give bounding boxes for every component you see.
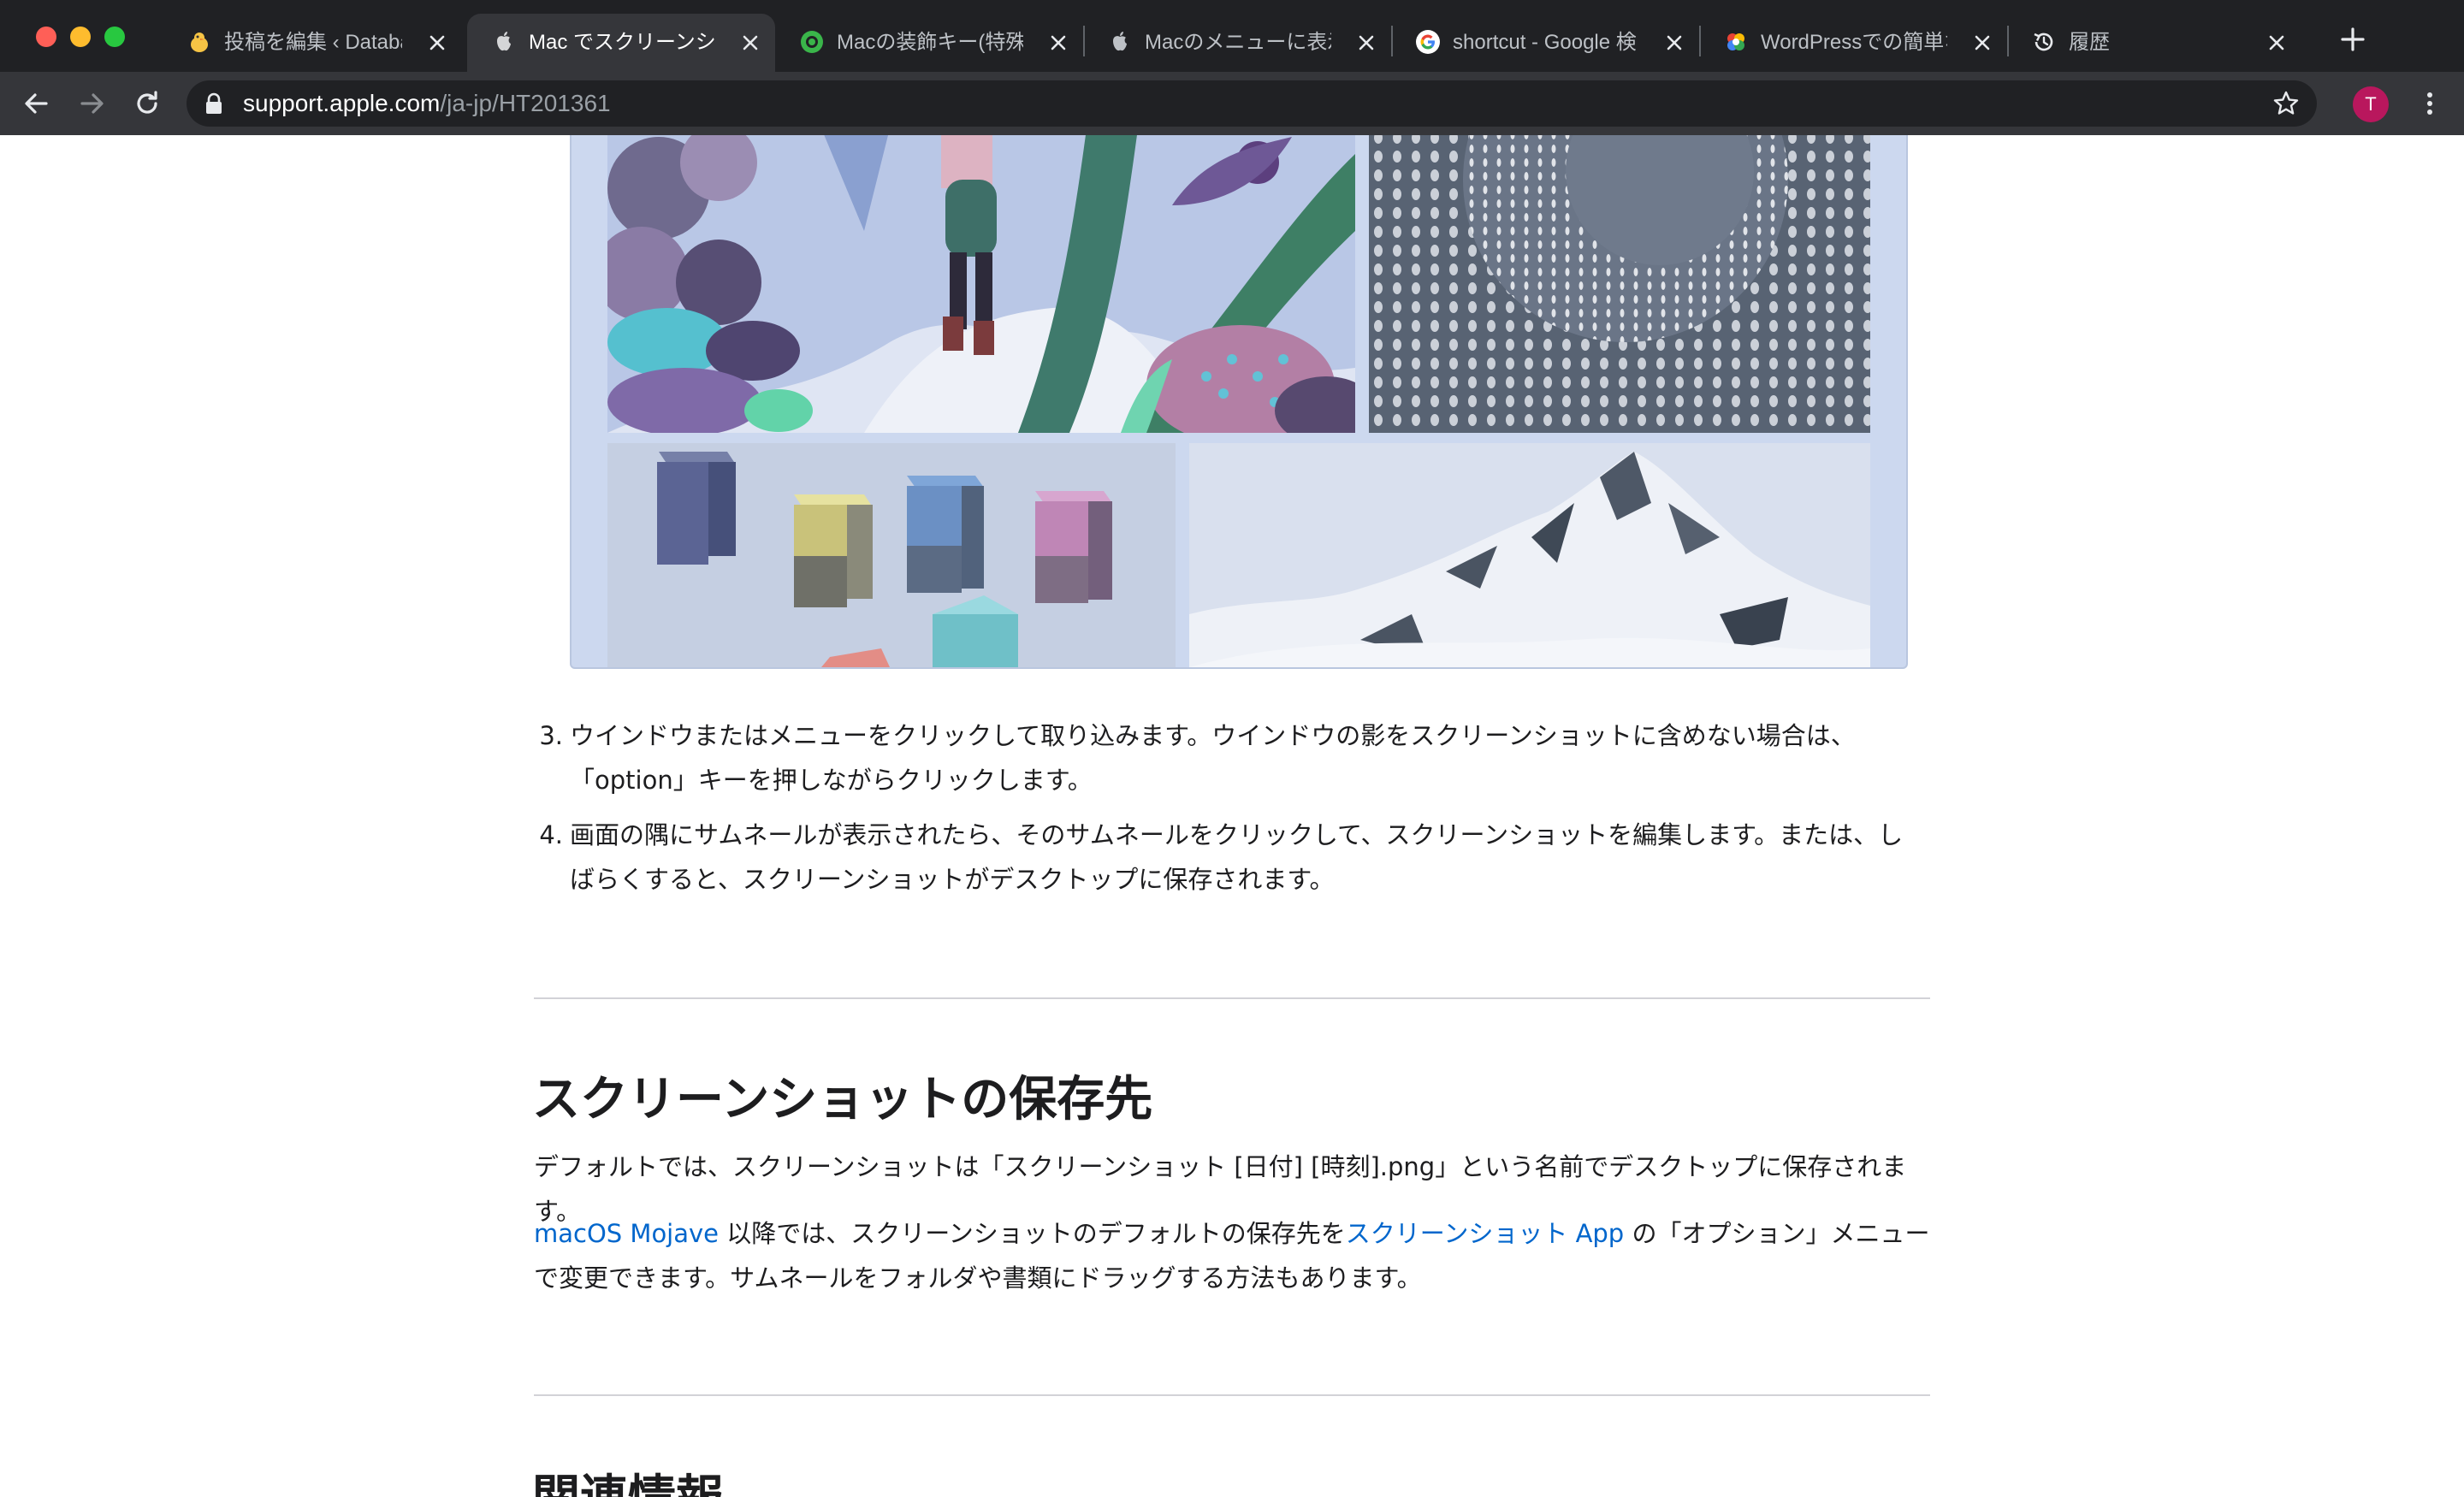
tab-mac-modifier-keys[interactable]: Macの装飾キー(特殊キ [775,14,1083,72]
google-icon [1415,29,1441,55]
minimize-window-button[interactable] [70,27,91,47]
tab-mac-menu-symbols[interactable]: Macのメニューに表示 [1083,14,1391,72]
reload-icon [137,91,157,114]
tab-title: WordPressでの簡単な [1761,31,1947,54]
close-tab-icon[interactable] [2266,32,2288,54]
tab-edit-post[interactable]: 投稿を編集 ‹ Databas [163,14,462,72]
reload-button[interactable] [130,86,164,121]
tab-mac-screenshot[interactable]: Mac でスクリーンショ [467,14,775,72]
step-number: 3. [539,721,563,750]
history-icon [2031,29,2057,55]
close-tab-icon[interactable] [739,32,761,54]
green-badge-icon [799,29,825,55]
close-tab-icon[interactable] [1971,32,1993,54]
step-text: 画面の隅にサムネールが表示されたら、そのサムネールをクリックして、スクリーンショ… [570,820,1904,894]
colorful-logo-icon [1723,29,1749,55]
tab-title: 投稿を編集 ‹ Databas [224,31,402,54]
back-button[interactable] [19,86,53,121]
url-text[interactable]: support.apple.com/ja-jp/HT201361 [243,80,611,127]
apple-icon [491,29,517,55]
screenshot-illustration [570,135,1908,669]
section-divider [534,997,1930,999]
dot-sphere-illustration [1369,135,1870,433]
section-heading-save-location: スクリーンショットの保存先 [532,1072,1153,1127]
forward-button[interactable] [75,86,110,121]
profile-avatar[interactable]: T [2353,86,2389,122]
mountain-illustration [1189,443,1870,667]
arrow-left-icon [25,93,48,114]
lock-icon[interactable] [204,92,224,115]
arrow-right-icon [80,93,104,114]
tab-history[interactable]: 履歴 [2007,14,2301,72]
step-text: ウインドウまたはメニューをクリックして取り込みます。ウインドウの影をスクリーンシ… [570,721,1856,795]
close-tab-icon[interactable] [426,32,448,54]
macos-mojave-link[interactable]: macOS Mojave [534,1219,719,1248]
url-path: /ja-jp/HT201361 [440,90,611,116]
plus-icon [2341,27,2365,51]
browser-toolbar: support.apple.com/ja-jp/HT201361 T [0,72,2464,135]
chick-icon [187,29,212,55]
step-item-3: 3. ウインドウまたはメニューをクリックして取り込みます。ウインドウの影をスクリ… [534,713,1920,808]
close-tab-icon[interactable] [1047,32,1069,54]
tab-title: Mac でスクリーンショ [529,31,715,54]
close-window-button[interactable] [36,27,56,47]
close-tab-icon[interactable] [1355,32,1377,54]
address-bar[interactable]: support.apple.com/ja-jp/HT201361 [187,80,2317,127]
step-number: 4. [539,820,563,849]
paragraph-change-location: macOS Mojave 以降では、スクリーンショットのデフォルトの保存先をスク… [534,1211,1937,1300]
bookmark-star-icon[interactable] [2272,90,2300,117]
tab-title: shortcut - Google 検 [1453,31,1637,54]
tab-google-search[interactable]: shortcut - Google 検 [1391,14,1699,72]
close-tab-icon[interactable] [1663,32,1685,54]
zoom-window-button[interactable] [104,27,125,47]
tab-strip: 投稿を編集 ‹ Databas Mac でスクリーンショ Macの装飾キー(特殊… [0,0,2464,72]
tab-title: Macのメニューに表示 [1145,31,1331,54]
page-content[interactable]: 3. ウインドウまたはメニューをクリックして取り込みます。ウインドウの影をスクリ… [0,135,2464,1497]
url-host: support.apple.com [243,90,441,116]
section-heading-related-info: 関連情報 [532,1459,724,1497]
tab-title: 履歴 [2069,31,2110,54]
apple-icon [1107,29,1133,55]
section-divider [534,1394,1930,1396]
cubes-illustration [607,443,1176,667]
tab-wordpress[interactable]: WordPressでの簡単な [1699,14,2007,72]
kebab-menu-icon[interactable] [2413,86,2447,121]
screenshot-app-link[interactable]: スクリーンショット App [1346,1219,1624,1248]
tab-title: Macの装飾キー(特殊キ [837,31,1023,54]
forest-illustration [607,135,1355,433]
paragraph-text: 以降では、スクリーンショットのデフォルトの保存先を [719,1219,1346,1248]
new-tab-button[interactable] [2337,24,2368,55]
step-item-4: 4. 画面の隅にサムネールが表示されたら、そのサムネールをクリックして、スクリー… [534,813,1920,907]
